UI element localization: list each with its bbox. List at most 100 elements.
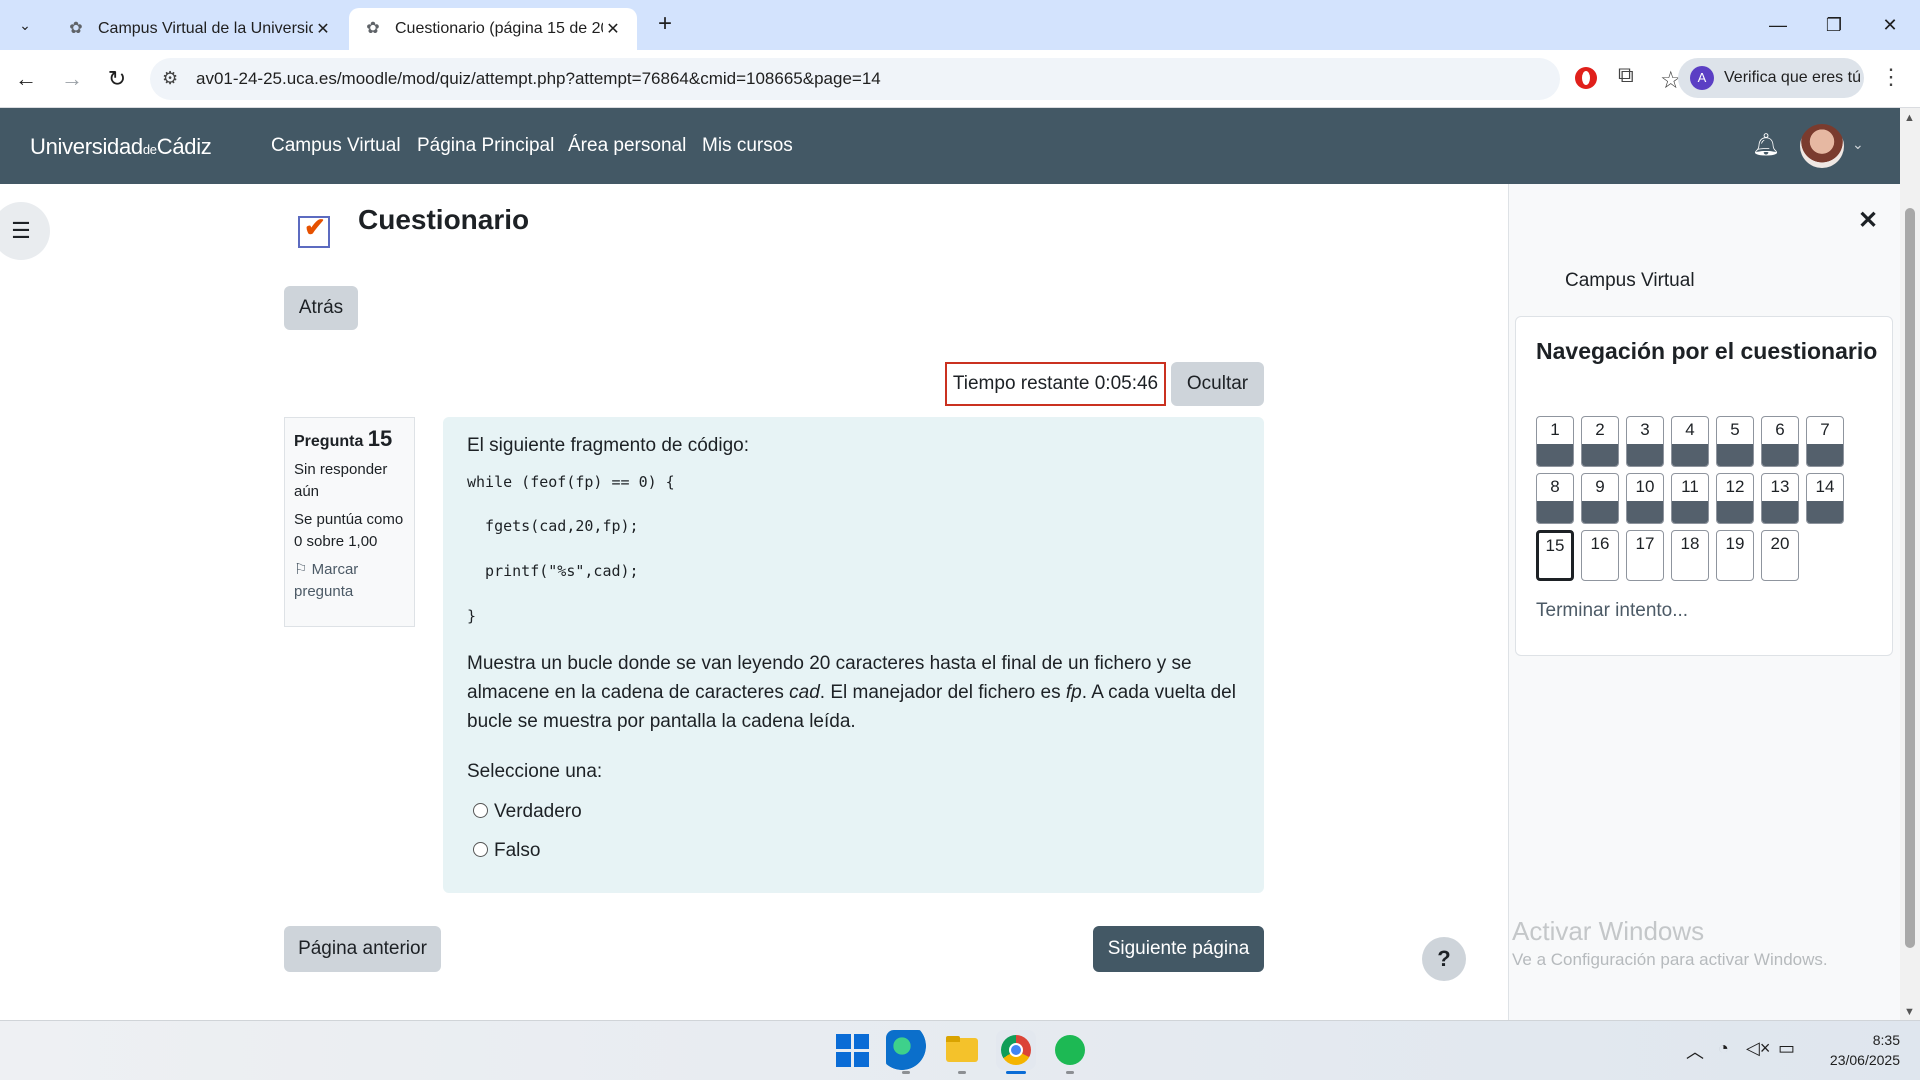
question-text-em: fp — [1065, 682, 1082, 703]
question-nav-button[interactable]: 6 — [1761, 416, 1799, 467]
spotify-icon[interactable] — [1050, 1030, 1090, 1070]
question-nav-button[interactable]: 1 — [1536, 416, 1574, 467]
browser-tab-strip: ⌄ ✿ Campus Virtual de la Universida ✕ ✿ … — [0, 0, 1920, 50]
question-nav-button[interactable]: 13 — [1761, 473, 1799, 524]
code-line: while (feof(fp) == 0) { — [467, 473, 675, 491]
finish-attempt-link[interactable]: Terminar intento... — [1536, 600, 1688, 622]
time-remaining: Tiempo restante 0:05:46 — [945, 362, 1166, 406]
question-text: Muestra un bucle donde se van leyendo 20… — [467, 649, 1237, 736]
code-line: fgets(cad,20,fp); — [467, 517, 639, 535]
nav-campus-virtual[interactable]: Campus Virtual — [271, 135, 401, 157]
question-grade: Se puntúa como 0 sobre 1,00 — [294, 511, 404, 550]
window-close-icon[interactable]: ✕ — [1862, 0, 1918, 50]
brand-end: Cádiz — [156, 134, 212, 159]
hide-timer-button[interactable]: Ocultar — [1171, 362, 1264, 406]
extensions-puzzle-icon[interactable]: ⧉ — [1618, 62, 1634, 88]
restore-icon[interactable]: ❐ — [1806, 0, 1862, 50]
address-bar[interactable]: ⚙ av01-24-25.uca.es/moodle/mod/quiz/atte… — [150, 58, 1682, 100]
previous-page-button[interactable]: Página anterior — [284, 926, 441, 972]
tab-close-icon[interactable]: ✕ — [603, 19, 623, 39]
question-nav-button[interactable]: 15 — [1536, 530, 1574, 581]
question-nav-number: 3 — [1640, 420, 1650, 439]
university-logo[interactable]: UniversidaddeCádiz — [30, 134, 212, 160]
question-nav-button[interactable]: 17 — [1626, 530, 1664, 581]
question-nav-button[interactable]: 7 — [1806, 416, 1844, 467]
browser-tab-campus[interactable]: ✿ Campus Virtual de la Universida ✕ — [52, 8, 347, 50]
question-nav-button[interactable]: 18 — [1671, 530, 1709, 581]
site-settings-icon[interactable]: ⚙ — [162, 68, 178, 89]
new-tab-button[interactable]: + — [650, 10, 680, 40]
browser-tab-quiz[interactable]: ✿ Cuestionario (página 15 de 20) ✕ — [349, 8, 637, 50]
option-label: Falso — [494, 840, 541, 861]
scroll-down-icon[interactable]: ▼ — [1904, 1006, 1915, 1018]
course-index-toggle-icon[interactable]: ☰ — [0, 202, 50, 260]
reload-icon[interactable]: ↻ — [101, 63, 133, 95]
browser-menu-icon[interactable]: ⋮ — [1880, 64, 1902, 90]
question-nav-button[interactable]: 9 — [1581, 473, 1619, 524]
radio-button[interactable] — [473, 802, 488, 818]
code-line: printf("%s",cad); — [467, 562, 639, 580]
back-button[interactable]: Atrás — [284, 286, 358, 330]
question-nav-number: 1 — [1550, 420, 1560, 439]
question-status: Sin responder aún — [294, 461, 388, 500]
brand-text: Universidad — [30, 134, 143, 159]
tab-search-button[interactable]: ⌄ — [10, 10, 40, 40]
user-avatar[interactable] — [1800, 124, 1844, 168]
question-nav-button[interactable]: 12 — [1716, 473, 1754, 524]
file-explorer-icon[interactable] — [942, 1030, 982, 1070]
option-verdadero[interactable]: Verdadero — [473, 801, 582, 823]
nav-pagina-principal[interactable]: Página Principal — [417, 135, 554, 157]
page-scrollbar[interactable]: ▲ ▼ — [1900, 108, 1920, 1020]
option-falso[interactable]: Falso — [473, 840, 540, 862]
extension-red-icon[interactable] — [1575, 67, 1597, 89]
next-page-button[interactable]: Siguiente página — [1093, 926, 1264, 972]
question-nav-button[interactable]: 11 — [1671, 473, 1709, 524]
select-one-label: Seleccione una: — [467, 761, 603, 782]
nav-area-personal[interactable]: Área personal — [568, 135, 686, 157]
volume-muted-icon[interactable]: ◁× — [1746, 1038, 1770, 1059]
help-button[interactable]: ? — [1422, 937, 1466, 981]
close-drawer-icon[interactable]: ✕ — [1858, 206, 1878, 235]
question-nav-number: 12 — [1725, 477, 1745, 496]
question-nav-button[interactable]: 16 — [1581, 530, 1619, 581]
wifi-icon[interactable]: ◔ — [1718, 1038, 1729, 1059]
question-nav-button[interactable]: 19 — [1716, 530, 1754, 581]
battery-icon[interactable]: ▭ — [1778, 1038, 1795, 1059]
question-nav-number: 4 — [1685, 420, 1695, 439]
chrome-icon[interactable] — [996, 1030, 1036, 1070]
question-nav-number: 7 — [1820, 420, 1830, 439]
question-nav-button[interactable]: 3 — [1626, 416, 1664, 467]
edge-icon[interactable] — [886, 1030, 926, 1070]
question-nav-button[interactable]: 20 — [1761, 530, 1799, 581]
question-nav-number: 15 — [1545, 536, 1565, 555]
scroll-up-icon[interactable]: ▲ — [1904, 112, 1915, 124]
profile-verify-button[interactable]: A Verifica que eres tú — [1678, 58, 1864, 98]
question-nav-button[interactable]: 4 — [1671, 416, 1709, 467]
chevron-up-icon[interactable]: ︿ — [1686, 1038, 1704, 1064]
nav-mis-cursos[interactable]: Mis cursos — [702, 135, 793, 157]
chevron-down-icon[interactable]: ⌄ — [1852, 136, 1864, 153]
page-title: Cuestionario — [358, 204, 530, 235]
scrollbar-thumb[interactable] — [1905, 208, 1915, 948]
question-nav-button[interactable]: 2 — [1581, 416, 1619, 467]
question-nav-number: 13 — [1770, 477, 1790, 496]
question-nav-button[interactable]: 10 — [1626, 473, 1664, 524]
radio-button[interactable] — [473, 841, 488, 857]
back-arrow-icon[interactable]: ← — [10, 63, 42, 95]
notifications-bell-icon[interactable]: 🔔︎ — [1752, 132, 1780, 158]
question-nav-button[interactable]: 5 — [1716, 416, 1754, 467]
drawer-campus-virtual[interactable]: Campus Virtual — [1565, 270, 1695, 292]
flag-question-link[interactable]: ⚐ Marcar pregunta — [294, 559, 405, 603]
forward-arrow-icon[interactable]: → — [56, 63, 88, 95]
question-nav-button[interactable]: 14 — [1806, 473, 1844, 524]
windows-start-icon[interactable] — [832, 1030, 872, 1070]
question-intro: El siguiente fragmento de código: — [467, 435, 750, 456]
clock-time: 8:35 — [1872, 1032, 1900, 1048]
activate-windows-title: Activar Windows — [1512, 916, 1705, 946]
minimize-icon[interactable]: — — [1750, 0, 1806, 50]
active-indicator — [1006, 1071, 1026, 1074]
tab-close-icon[interactable]: ✕ — [313, 19, 333, 39]
system-clock[interactable]: 8:35 23/06/2025 — [1810, 1030, 1900, 1070]
question-nav-button[interactable]: 8 — [1536, 473, 1574, 524]
site-navbar: UniversidaddeCádiz Campus Virtual Página… — [0, 108, 1900, 184]
